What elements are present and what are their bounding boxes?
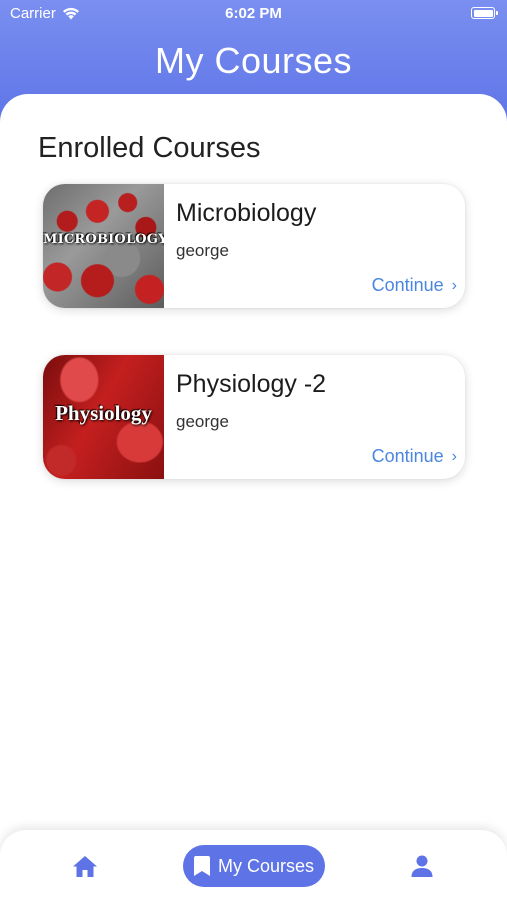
battery-icon — [471, 7, 498, 19]
tab-label: My Courses — [217, 855, 315, 876]
tab-home[interactable] — [72, 855, 98, 879]
main-content: Enrolled Courses MICROBIOLOGY Microbiolo… — [0, 94, 507, 900]
course-author: george — [176, 412, 229, 431]
home-icon — [73, 856, 97, 877]
chevron-right-icon: › — [451, 447, 457, 465]
course-thumbnail: Physiology — [43, 355, 164, 479]
page-title: My Courses — [154, 40, 353, 81]
course-card-physiology[interactable]: Physiology Physiology -2 george Continue… — [43, 355, 465, 479]
clock: 6:02 PM — [225, 5, 282, 22]
status-bar: Carrier 6:02 PM — [0, 0, 507, 28]
person-icon — [411, 855, 433, 877]
course-card-microbiology[interactable]: MICROBIOLOGY Microbiology george Continu… — [43, 184, 465, 308]
bookmark-icon — [193, 856, 210, 876]
chevron-right-icon: › — [451, 276, 457, 294]
thumbnail-label: MICROBIOLOGY — [43, 232, 164, 247]
tab-bar: My Courses — [0, 830, 507, 900]
course-thumbnail: MICROBIOLOGY — [43, 184, 164, 308]
continue-label: Continue — [371, 275, 444, 295]
tab-profile[interactable] — [410, 854, 434, 878]
continue-button[interactable]: Continue › — [372, 446, 457, 467]
course-author: george — [176, 241, 229, 260]
thumbnail-label: Physiology — [55, 401, 152, 425]
section-title: Enrolled Courses — [38, 132, 261, 164]
tab-my-courses[interactable]: My Courses — [183, 845, 325, 887]
continue-button[interactable]: Continue › — [372, 275, 457, 296]
course-title: Physiology -2 — [176, 370, 327, 398]
continue-label: Continue — [371, 446, 444, 466]
course-title: Microbiology — [176, 199, 317, 227]
